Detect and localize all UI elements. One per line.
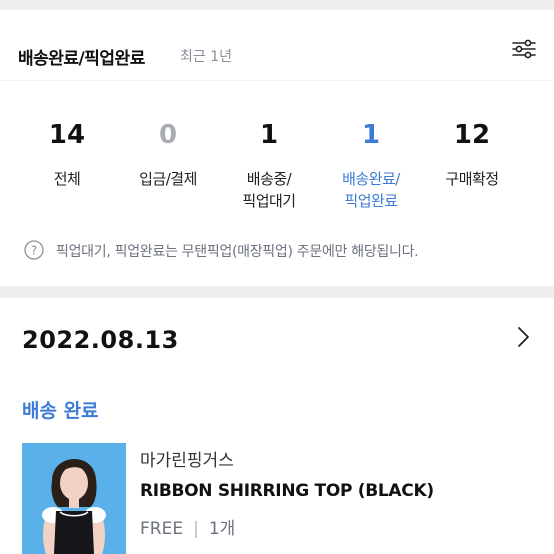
option-quantity: 1개	[208, 519, 236, 539]
sliders-icon	[512, 39, 536, 59]
order-status: 배송 완료	[22, 400, 99, 422]
product-thumbnail[interactable]	[22, 443, 126, 554]
option-size: FREE	[140, 519, 184, 539]
order-date: 2022.08.13	[22, 326, 179, 354]
stat-payment[interactable]: 0 입금/결제	[126, 120, 210, 190]
svg-text:?: ?	[31, 244, 37, 258]
stat-count: 12	[453, 120, 491, 150]
stat-delivered[interactable]: 1 배송완료/ 픽업완료	[329, 120, 413, 212]
stat-label: 구매확정	[445, 170, 499, 188]
stat-all[interactable]: 14 전체	[25, 120, 109, 190]
filter-button[interactable]	[509, 34, 539, 64]
stat-label-line1: 배송완료/	[342, 170, 400, 188]
stat-count: 0	[158, 120, 178, 150]
page-title: 배송완료/픽업완료	[18, 49, 145, 69]
stat-label: 입금/결제	[139, 170, 197, 188]
stat-count: 14	[48, 120, 86, 150]
stat-confirmed[interactable]: 12 구매확정	[430, 120, 514, 190]
header-divider	[0, 80, 554, 81]
question-circle-icon: ?	[24, 240, 44, 260]
stat-count: 1	[259, 120, 279, 150]
period-label: 최근 1년	[180, 49, 232, 65]
product-photo	[22, 443, 126, 554]
product-name[interactable]: RIBBON SHIRRING TOP (BLACK)	[140, 481, 434, 501]
stat-label: 배송완료/ 픽업완료	[329, 168, 413, 212]
stat-label-line2: 픽업완료	[344, 192, 398, 210]
product-option: FREE | 1개	[140, 514, 235, 539]
pickup-notice: 픽업대기, 픽업완료는 무탠픽업(매장픽업) 주문에만 해당됩니다.	[56, 244, 419, 260]
stat-label-line2: 픽업대기	[242, 192, 296, 210]
stat-count: 1	[361, 120, 381, 150]
stat-label: 배송중/ 픽업대기	[227, 168, 311, 212]
stat-label-line1: 배송중/	[246, 170, 292, 188]
order-card[interactable]: 2022.08.13 배송 완료 마가린핑거스 RIBBON SHIRRING	[0, 298, 554, 554]
stat-shipping[interactable]: 1 배송중/ 픽업대기	[227, 120, 311, 212]
stat-label: 전체	[53, 170, 81, 188]
option-separator: |	[193, 519, 199, 539]
product-brand[interactable]: 마가린핑거스	[140, 446, 234, 471]
chevron-right-icon[interactable]	[512, 324, 534, 350]
order-summary-card: 배송완료/픽업완료 최근 1년 14 전체 0 입금/결제 1 배송중/ 픽업대…	[0, 10, 554, 286]
